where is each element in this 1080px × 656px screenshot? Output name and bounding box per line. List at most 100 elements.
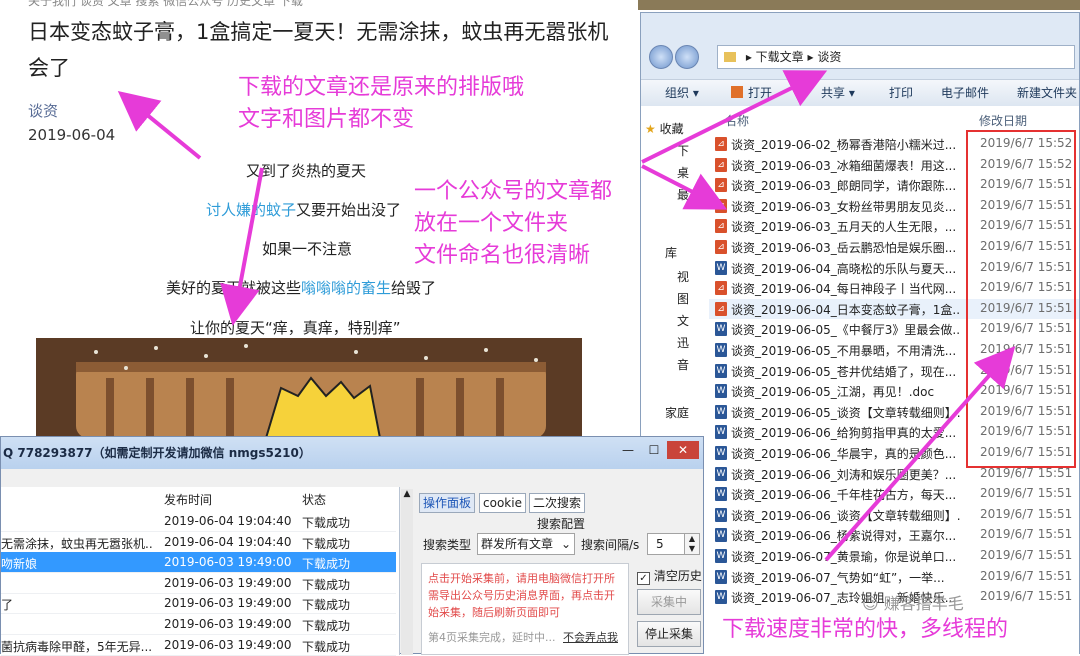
interval-stepper[interactable]: 5 ▲ ▼ xyxy=(647,533,700,555)
close-button[interactable]: ✕ xyxy=(667,441,699,459)
word-file-icon: W xyxy=(715,260,727,275)
status-text: 第4页采集完成，延时中... xyxy=(428,631,556,644)
word-file-icon: W xyxy=(715,466,727,481)
share-button[interactable]: 共享 ▾ xyxy=(821,84,855,101)
column-header-status[interactable]: 状态 xyxy=(302,491,326,508)
tab-secondary-search[interactable]: 二次搜索 xyxy=(529,493,586,513)
article-cartoon-image xyxy=(36,338,582,438)
column-header-modified[interactable]: 修改日期 xyxy=(979,112,1027,129)
clear-history-checkbox[interactable]: ✓ 清空历史 xyxy=(637,567,702,585)
maximize-button[interactable]: ☐ xyxy=(641,441,667,459)
star-icon: ★ xyxy=(645,122,656,136)
folder-icon xyxy=(724,52,736,62)
search-type-select[interactable]: 群发所有文章 ⌄ xyxy=(477,533,575,555)
print-button[interactable]: 打印 xyxy=(889,84,913,101)
nav-favorites[interactable]: ★ 收藏 xyxy=(645,120,684,137)
tab-control-panel[interactable]: 操作面板 xyxy=(419,493,476,513)
file-row[interactable]: W 谈资_2019-06-07_气势如“虹”，一举... 2019/6/7 15:5… xyxy=(709,567,1079,587)
stepper-arrows-icon[interactable]: ▲ ▼ xyxy=(684,533,700,555)
table-row[interactable]: 无需涂抹，蚊虫再无嚣张机... 2019-06-04 19:04:40 下载成功 xyxy=(1,532,396,553)
address-bar-area: ▸ 下载文章 ▸ 谈资 xyxy=(647,43,1075,69)
interval-label: 搜索间隔/s xyxy=(581,538,640,552)
article-line: 美好的夏天就被这些嗡嗡嗡的畜生给毁了 xyxy=(166,277,436,298)
file-name: 谈资_2019-06-03_五月天的人生无限，... xyxy=(731,220,957,235)
table-row[interactable]: 2019-06-04 19:04:40 下载成功 xyxy=(1,511,396,532)
file-name: 谈资_2019-06-06_杨紫说得对，王嘉尔... xyxy=(731,529,957,544)
pdf-file-icon: ⊿ xyxy=(715,137,727,151)
word-file-icon: W xyxy=(715,322,727,337)
organize-button[interactable]: 组织 ▾ xyxy=(665,84,699,101)
back-button[interactable] xyxy=(649,45,673,69)
forward-button[interactable] xyxy=(675,45,699,69)
pdf-file-icon: ⊿ xyxy=(715,157,727,172)
email-button[interactable]: 电子邮件 xyxy=(941,84,989,101)
breadcrumb-item[interactable]: 下载文章 xyxy=(756,50,804,64)
nav-libraries[interactable]: 库 xyxy=(665,244,677,261)
article-line: 如果一不注意 xyxy=(262,238,352,259)
file-name: 谈资_2019-06-05_苍井优结婚了，现在... xyxy=(731,364,957,379)
file-row[interactable]: W 谈资_2019-06-06_千年桂花古方，每天... 2019/6/7 15:5… xyxy=(709,484,1079,504)
pdf-file-icon: ⊿ xyxy=(715,240,727,254)
downloader-titlebar[interactable]: Q 778293877（如需定制开发请加微信 nmgs5210） — ☐ ✕ xyxy=(1,437,703,469)
row-title: 了 xyxy=(1,598,14,613)
annotation-line: 文字和图片都不变 xyxy=(238,107,415,132)
word-file-icon: W xyxy=(715,507,727,522)
nav-pictures[interactable]: 图 xyxy=(677,290,689,307)
downloader-window: Q 778293877（如需定制开发请加微信 nmgs5210） — ☐ ✕ 2… xyxy=(0,436,704,656)
table-row[interactable]: 吻新娘 2019-06-03 19:49:00 下载成功 xyxy=(1,552,396,574)
minimize-button[interactable]: — xyxy=(615,441,641,459)
column-header-name[interactable]: 名称 xyxy=(725,112,749,129)
file-modified-date: 2019/6/7 15:51 xyxy=(980,486,1073,501)
file-modified-date: 2019/6/7 15:51 xyxy=(980,548,1073,562)
table-scrollbar[interactable]: ▲ xyxy=(401,489,413,655)
row-publish-time: 2019-06-04 19:04:40 xyxy=(164,534,292,549)
new-folder-button[interactable]: 新建文件夹 xyxy=(1017,84,1077,101)
file-name: 谈资_2019-06-04_每日神段子丨当代网... xyxy=(731,282,957,297)
word-file-icon: W xyxy=(715,487,727,502)
row-publish-time: 2019-06-04 19:04:40 xyxy=(164,514,292,528)
address-bar[interactable]: ▸ 下载文章 ▸ 谈资 xyxy=(717,45,1075,69)
file-name: 谈资_2019-06-06_谈资【文章转载细则】... xyxy=(731,508,961,523)
file-row[interactable]: W 谈资_2019-06-06_谈资【文章转载细则】... 2019/6/7 15:… xyxy=(709,505,1079,525)
nav-homegroup[interactable]: 家庭 xyxy=(665,404,689,421)
table-row[interactable]: 了 2019-06-03 19:49:00 下载成功 xyxy=(1,593,396,615)
nav-recent[interactable]: 最 xyxy=(677,186,689,203)
file-modified-date: 2019/6/7 15:51 xyxy=(980,527,1073,542)
breadcrumb-item[interactable]: 谈资 xyxy=(817,50,841,64)
column-header-publish-time[interactable]: 发布时间 xyxy=(164,491,212,508)
file-name: 谈资_2019-06-04_日本变态蚊子膏，1盒... xyxy=(731,302,961,317)
open-button[interactable]: 打开 xyxy=(731,84,772,101)
article-line-text: 给毁了 xyxy=(391,279,437,297)
nav-thunder[interactable]: 迅 xyxy=(677,334,689,351)
nav-videos[interactable]: 视 xyxy=(677,268,689,285)
downloader-title: Q 778293877（如需定制开发请加微信 nmgs5210） xyxy=(3,446,311,460)
tab-cookie[interactable]: cookie xyxy=(479,493,526,513)
collecting-button[interactable]: 采集中 xyxy=(637,589,701,615)
article-line: 又到了炎热的夏天 xyxy=(246,160,366,181)
article-author-link[interactable]: 谈资 xyxy=(28,100,58,121)
help-link[interactable]: 不会弄点我 xyxy=(563,631,618,644)
pdf-file-icon: ⊿ xyxy=(715,301,727,316)
table-row[interactable]: 2019-06-03 19:49:00 下载成功 xyxy=(1,573,396,594)
open-label: 打开 xyxy=(748,86,773,100)
status-line: 第4页采集完成，延时中... 不会弄点我 xyxy=(428,629,618,646)
file-name: 谈资_2019-06-05_江湖，再见！.doc xyxy=(731,385,935,400)
article-line-text: 又要开始出没了 xyxy=(296,201,402,219)
nav-documents[interactable]: 文 xyxy=(677,312,689,329)
word-file-icon: W xyxy=(715,590,727,605)
nav-downloads[interactable]: 下 xyxy=(677,142,689,159)
row-publish-time: 2019-06-03 19:49:00 xyxy=(164,617,292,631)
row-publish-time: 2019-06-03 19:49:00 xyxy=(164,637,292,652)
word-file-icon: W xyxy=(715,528,727,543)
watermark-text: 赚客撸羊毛 xyxy=(883,594,964,613)
word-file-icon: W xyxy=(715,343,727,357)
file-row[interactable]: W 谈资_2019-06-07_黄景瑜，你是说单口... 2019/6/7 15:5… xyxy=(709,546,1079,566)
nav-desktop[interactable]: 桌 xyxy=(677,164,689,181)
row-status: 下载成功 xyxy=(302,619,351,633)
stop-collect-button[interactable]: 停止采集 xyxy=(637,621,701,647)
table-row[interactable]: 菌抗病毒除甲醛，5年无异... 2019-06-03 19:49:00 下载成功 xyxy=(1,635,396,656)
nav-music[interactable]: 音 xyxy=(677,356,689,373)
table-row[interactable]: 2019-06-03 19:49:00 下载成功 xyxy=(1,614,396,635)
file-row[interactable]: W 谈资_2019-06-06_杨紫说得对，王嘉尔... 2019/6/7 15:5… xyxy=(709,525,1079,545)
open-icon xyxy=(731,86,743,98)
